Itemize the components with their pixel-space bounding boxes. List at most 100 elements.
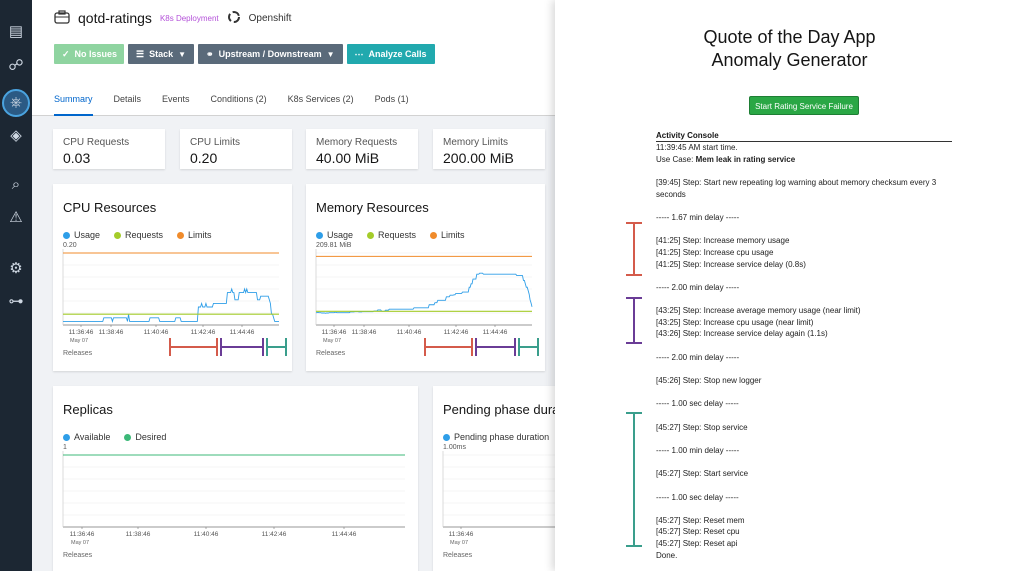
- x-tick-label: 11:36:46: [69, 329, 94, 336]
- metric-label: CPU Requests: [63, 137, 130, 148]
- date-label: May 07: [71, 540, 89, 546]
- upstream-label: Upstream / Downstream: [218, 49, 322, 59]
- anomaly-generator-panel: Quote of the Day App Anomaly Generator S…: [555, 0, 1024, 571]
- replicas-card: Replicas Available Desired 1 11:36:46 11:3…: [53, 386, 418, 571]
- tab-bar: Summary Details Events Conditions (2) K8…: [54, 94, 409, 116]
- graph-icon[interactable]: ☍: [6, 56, 26, 76]
- distributed-tracing-icon[interactable]: ⌕: [6, 175, 26, 195]
- metric-value: 200.00 MiB: [443, 150, 514, 166]
- chevron-down-icon: ▼: [326, 49, 335, 59]
- metric-card-cpu-limits: CPU Limits 0.20: [180, 129, 292, 169]
- page-header: qotd-ratings K8s Deployment Openshift ✓ …: [32, 0, 555, 116]
- series-usage: [63, 287, 279, 323]
- metric-value: 0.20: [190, 150, 218, 166]
- analyze-icon: ⋯: [354, 48, 364, 59]
- x-tick-label: 11:36:46: [449, 531, 474, 538]
- console-line: [43:25] Step: Increase average memory us…: [656, 306, 861, 316]
- cpu-resources-card: CPU Resources Usage Requests Limits 0.20…: [53, 184, 292, 371]
- x-tick-label: 11:38:46: [352, 329, 377, 336]
- alerts-icon[interactable]: ⚠: [6, 208, 26, 228]
- chevron-down-icon: ▼: [178, 49, 187, 59]
- x-tick-label: 11:42:46: [262, 531, 287, 538]
- x-tick-label: 11:40:46: [194, 531, 219, 538]
- cpu-chart: 0.20 11:36:46 11:38:46 11:40:46 11:42:46 11:4…: [62, 242, 287, 356]
- x-tick-label: 11:42:46: [191, 329, 216, 336]
- y-max-label: 209.81 MiB: [316, 242, 352, 249]
- console-line: [45:27] Step: Reset api: [656, 539, 738, 549]
- memory-chart: 209.81 MiB 11:36:46 11:38:46 11:40:46 11:42:…: [315, 242, 539, 356]
- red-bracket-marker: [626, 222, 642, 276]
- x-tick-label: 11:40:46: [144, 329, 169, 336]
- console-line: 11:39:45 AM start time.: [656, 143, 738, 152]
- console-line: ----- 2.00 min delay -----: [656, 352, 740, 362]
- upstream-downstream-button[interactable]: ⚭ Upstream / Downstream ▼: [198, 44, 343, 64]
- analyze-calls-button[interactable]: ⋯ Analyze Calls: [346, 44, 435, 64]
- x-tick-label: 11:38:46: [99, 329, 124, 336]
- stack-label: Stack: [149, 49, 174, 59]
- settings-icon[interactable]: ⚙: [6, 259, 26, 279]
- console-line: [45:27] Step: Reset mem: [656, 515, 745, 525]
- pending-phase-card: Pending phase duration Pending phase dur…: [433, 386, 573, 571]
- releases-label: Releases: [443, 552, 473, 559]
- console-line: [41:25] Step: Increase memory usage: [656, 236, 790, 246]
- x-tick-label: 11:38:46: [126, 531, 151, 538]
- no-issues-button[interactable]: ✓ No Issues: [54, 44, 124, 64]
- metric-value: 40.00 MiB: [316, 150, 380, 166]
- stack-button[interactable]: ☰ Stack ▼: [128, 44, 195, 64]
- console-line: [45:26] Step: Stop new logger: [656, 376, 762, 385]
- console-line: [41:25] Step: Increase cpu usage: [656, 247, 774, 257]
- overview-icon[interactable]: ▤: [6, 22, 26, 42]
- tab-summary[interactable]: Summary: [54, 94, 93, 116]
- purple-bracket-marker: [626, 297, 642, 344]
- console-line: [45:27] Step: Start service: [656, 469, 749, 479]
- date-label: May 07: [450, 540, 468, 546]
- releases-label: Releases: [63, 350, 93, 357]
- metric-label: Memory Requests: [316, 137, 398, 148]
- console-line: [43:25] Step: Increase cpu usage (near l…: [656, 317, 814, 327]
- console-line: ----- 2.00 min delay -----: [656, 282, 740, 292]
- y-max-label: 0.20: [63, 242, 77, 249]
- teal-bracket-marker: [626, 412, 642, 547]
- console-line: Done.: [656, 550, 678, 560]
- mesh-icon[interactable]: ⊶: [6, 292, 26, 312]
- panel-title: Quote of the Day App Anomaly Generator: [555, 26, 1024, 72]
- metric-card-cpu-requests: CPU Requests 0.03: [53, 129, 165, 169]
- console-line: [45:27] Step: Stop service: [656, 422, 748, 432]
- x-tick-label: 11:44:46: [230, 329, 255, 336]
- applications-icon[interactable]: ⎈: [2, 89, 30, 117]
- panel-title-line2: Anomaly Generator: [711, 50, 868, 70]
- console-line: ----- 1.00 sec delay -----: [656, 399, 739, 409]
- x-tick-label: 11:36:46: [70, 531, 95, 538]
- tab-conditions[interactable]: Conditions (2): [211, 94, 267, 116]
- metric-label: Memory Limits: [443, 137, 509, 148]
- tab-events[interactable]: Events: [162, 94, 190, 116]
- y-max-label: 1.00ms: [443, 444, 466, 451]
- tab-pods[interactable]: Pods (1): [375, 94, 409, 116]
- x-tick-label: 11:36:46: [322, 329, 347, 336]
- tab-details[interactable]: Details: [114, 94, 142, 116]
- releases-label: Releases: [63, 552, 93, 559]
- briefcase-icon: [54, 9, 70, 27]
- x-tick-label: 11:42:46: [444, 329, 469, 336]
- openshift-icon: [227, 10, 241, 27]
- start-rating-failure-button[interactable]: Start Rating Service Failure: [749, 96, 859, 115]
- replicas-chart: 1 11:36:46 11:38:46 11:40:46 11:42:46 11:44:4…: [62, 444, 405, 546]
- console-line: ----- 1.00 sec delay -----: [656, 492, 739, 502]
- series-usage: [316, 272, 533, 314]
- date-label: May 07: [70, 338, 88, 344]
- console-line: [43:26] Step: Increase service delay aga…: [656, 329, 828, 339]
- console-line: ----- 1.67 min delay -----: [656, 212, 740, 222]
- activity-console-title: Activity Console: [656, 131, 952, 142]
- y-max-label: 1: [63, 444, 67, 451]
- toolbar: ✓ No Issues ☰ Stack ▼ ⚭ Upstream / Downs…: [54, 44, 435, 64]
- x-tick-label: 11:44:46: [483, 329, 508, 336]
- metric-card-memory-requests: Memory Requests 40.00 MiB: [306, 129, 418, 169]
- title-row: qotd-ratings K8s Deployment Openshift: [54, 8, 291, 28]
- tab-k8s-services[interactable]: K8s Services (2): [288, 94, 354, 116]
- memory-resources-card: Memory Resources Usage Requests Limits 2…: [306, 184, 545, 371]
- pending-chart: 1.00ms 11:36:46 May 07: [442, 444, 573, 546]
- console-line: [41:25] Step: Increase service delay (0.…: [656, 259, 806, 269]
- console-line: ----- 1.00 min delay -----: [656, 445, 740, 455]
- metric-label: CPU Limits: [190, 137, 241, 148]
- services-icon[interactable]: ◈: [6, 126, 26, 146]
